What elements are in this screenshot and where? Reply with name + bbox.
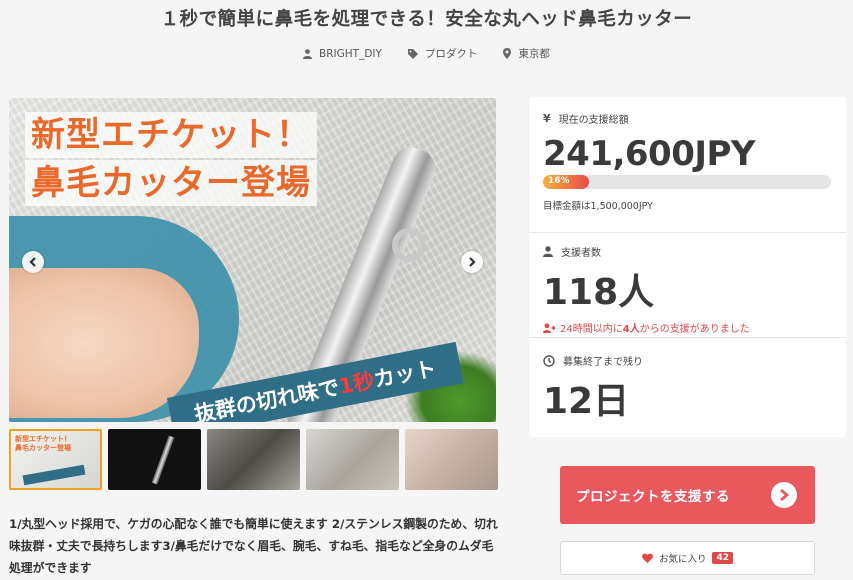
chevron-left-icon bbox=[29, 257, 36, 267]
funding-progress-label: 16% bbox=[548, 176, 570, 186]
funding-card: ¥ 現在の支援総額 241,600JPY 16% 目標金額は1,500,000J… bbox=[529, 97, 846, 437]
hero-banner-hot: 1秒 bbox=[336, 368, 377, 399]
funding-total-label: 現在の支援総額 bbox=[558, 115, 629, 126]
card-divider bbox=[529, 232, 846, 233]
backers-note-pre: 24時間以内に bbox=[560, 324, 623, 335]
card-divider bbox=[529, 337, 846, 338]
favorite-count-badge: 42 bbox=[712, 552, 734, 564]
user-plus-icon bbox=[543, 322, 556, 333]
hero-hand-illustration bbox=[9, 268, 199, 418]
thumbnail-1-banner bbox=[22, 464, 86, 486]
chevron-right-circle-icon bbox=[771, 482, 797, 508]
hero-banner-post: カット bbox=[371, 356, 439, 392]
remaining-value: 12日 bbox=[543, 381, 630, 422]
thumbnail-2-tweezer bbox=[151, 435, 175, 485]
tag-icon bbox=[407, 48, 418, 59]
thumbnail-3[interactable] bbox=[207, 429, 300, 490]
backers-note-post: からの支援がありました bbox=[639, 324, 750, 335]
funding-total-amount: 241,600JPY bbox=[543, 134, 756, 174]
support-project-button[interactable]: プロジェクトを支援する bbox=[560, 466, 815, 524]
funding-total-label-row: ¥ 現在の支援総額 bbox=[543, 111, 833, 126]
thumbnail-2[interactable] bbox=[108, 429, 201, 490]
owner-link[interactable]: BRIGHT_DIY bbox=[303, 46, 382, 61]
project-description: 1/丸型ヘッド採用で、ケガの心配なく誰でも簡単に使えます 2/ステンレス鋼製のた… bbox=[9, 517, 498, 575]
favorite-label: お気に入り bbox=[658, 554, 707, 565]
user-icon bbox=[543, 246, 553, 257]
thumbnail-1-line-1: 新型エチケット！ bbox=[15, 435, 71, 443]
remaining-section: 募集終了まで残り 12日 bbox=[543, 353, 833, 424]
hero-tweezer-ring bbox=[392, 228, 426, 262]
clock-icon bbox=[543, 354, 555, 367]
thumbnail-1-caption: 新型エチケット！ 鼻毛カッター登場 bbox=[15, 435, 71, 453]
funding-total-section: ¥ 現在の支援総額 241,600JPY 16% 目標金額は1,500,000J… bbox=[543, 111, 833, 212]
backers-label: 支援者数 bbox=[561, 248, 601, 259]
carousel-prev-button[interactable] bbox=[22, 251, 44, 273]
heart-icon bbox=[642, 553, 653, 563]
location-name: 東京都 bbox=[518, 48, 550, 60]
funding-goal: 目標金額は1,500,000JPY bbox=[543, 201, 653, 212]
chevron-right-icon bbox=[469, 257, 476, 267]
remaining-label: 募集終了まで残り bbox=[563, 357, 643, 368]
category-name: プロダクト bbox=[424, 48, 478, 60]
remaining-label-row: 募集終了まで残り bbox=[543, 353, 833, 368]
thumbnail-5[interactable] bbox=[405, 429, 498, 490]
backers-label-row: 支援者数 bbox=[543, 244, 833, 259]
support-project-label: プロジェクトを支援する bbox=[576, 489, 730, 505]
hero-headline-1: 新型エチケット！ bbox=[25, 112, 317, 158]
favorite-button[interactable]: お気に入り 42 bbox=[560, 541, 815, 575]
category-link[interactable]: プロダクト bbox=[407, 46, 478, 61]
project-meta: BRIGHT_DIY プロダクト 東京都 bbox=[0, 46, 853, 61]
funding-progress-bar: 16% bbox=[543, 175, 831, 189]
thumbnail-4[interactable] bbox=[306, 429, 399, 490]
map-pin-icon bbox=[503, 48, 512, 59]
hero-headline-2: 鼻毛カッター登場 bbox=[25, 160, 317, 206]
thumbnail-1-line-2: 鼻毛カッター登場 bbox=[15, 444, 71, 452]
thumbnail-strip: 新型エチケット！ 鼻毛カッター登場 bbox=[9, 429, 498, 490]
owner-name: BRIGHT_DIY bbox=[319, 47, 382, 60]
thumbnail-1[interactable]: 新型エチケット！ 鼻毛カッター登場 bbox=[9, 429, 102, 490]
yen-icon: ¥ bbox=[543, 112, 551, 125]
project-title: １秒で簡単に鼻毛を処理できる！安全な丸ヘッド鼻毛カッター bbox=[160, 9, 693, 30]
user-icon bbox=[303, 48, 313, 59]
backers-recent-note: 24時間以内に4人からの支援がありました bbox=[543, 320, 833, 335]
location-link[interactable]: 東京都 bbox=[503, 46, 550, 61]
backers-note-num: 4人 bbox=[622, 324, 640, 335]
hero-image[interactable]: 新型エチケット！ 鼻毛カッター登場 抜群の切れ味で1秒カット bbox=[9, 98, 496, 422]
backers-section: 支援者数 118人 24時間以内に4人からの支援がありました bbox=[543, 244, 833, 335]
backers-count: 118人 bbox=[543, 272, 655, 313]
carousel-next-button[interactable] bbox=[461, 251, 483, 273]
